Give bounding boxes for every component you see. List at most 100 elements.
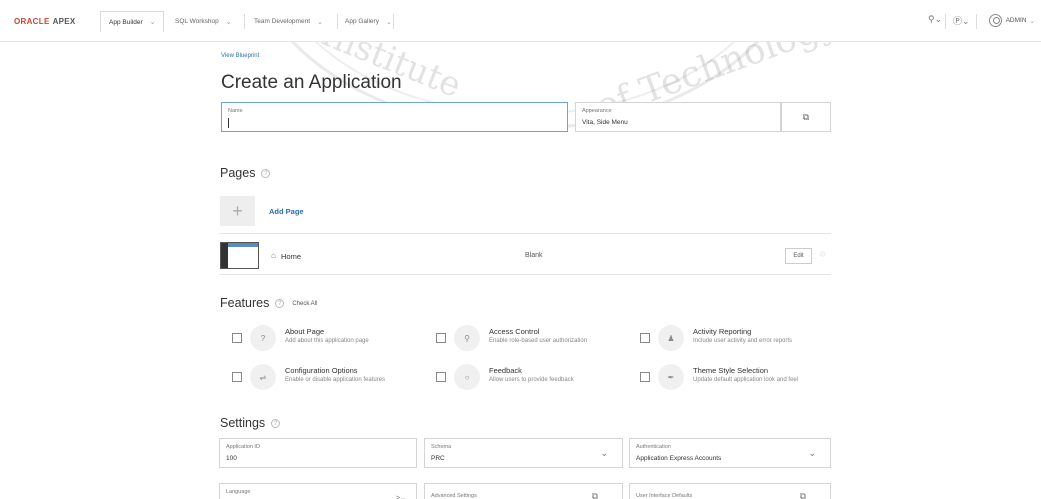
home-icon: ⌂: [271, 251, 276, 260]
chevron-down-icon: ⌄: [808, 448, 816, 458]
thumbnail-sidebar: [221, 243, 228, 268]
authentication-select[interactable]: Authentication Application Express Accou…: [629, 438, 831, 468]
delete-icon[interactable]: ♲: [819, 250, 826, 259]
help-icon[interactable]: ?: [271, 419, 281, 429]
feature-description: Allow users to provide feedback: [489, 377, 574, 383]
key-icon: ⚲: [454, 325, 480, 351]
chevron-down-icon: ⌄: [600, 448, 608, 458]
field-label: Language: [226, 489, 251, 495]
user-menu[interactable]: ADMIN ⌄: [988, 14, 1035, 27]
top-navbar: ORACLE APEX App Builder ⌄ SQL Workshop ⌄ Te…: [0, 0, 1041, 42]
feature-checkbox[interactable]: [640, 372, 650, 382]
field-label: Application ID: [226, 444, 260, 450]
settings-section-title: Settings?: [220, 416, 281, 430]
page-thumbnail: [220, 242, 259, 269]
chevron-down-icon[interactable]: ⌄: [150, 18, 156, 26]
add-page-icon[interactable]: +: [220, 196, 255, 226]
chevron-right-icon: >⌄: [396, 495, 406, 499]
field-label: User Interface Defaults: [636, 493, 693, 499]
tab-team-development[interactable]: Team Development ⌄: [246, 11, 331, 32]
view-blueprint-link[interactable]: View Blueprint: [221, 53, 259, 59]
field-label: Schema: [431, 444, 452, 450]
tab-label: App Builder: [109, 18, 143, 26]
help-icon[interactable]: ?: [261, 169, 271, 179]
tab-sql-workshop[interactable]: SQL Workshop ⌄: [167, 11, 240, 32]
user-key-icon[interactable]: ⚲⌄: [928, 14, 942, 25]
nav-divider: [244, 14, 245, 29]
popup-icon: ⧉: [802, 111, 810, 122]
field-label: Advanced Settings: [431, 493, 477, 499]
avatar-icon: [988, 14, 1002, 27]
advanced-settings-field[interactable]: Advanced Settings ⧉: [424, 483, 623, 499]
application-id-field[interactable]: Application ID 100: [219, 438, 417, 468]
page-title: Create an Application: [221, 72, 402, 93]
feature-checkbox[interactable]: [436, 333, 446, 343]
feature-checkbox[interactable]: [232, 372, 242, 382]
page-type: Blank: [525, 252, 543, 259]
thumbnail-header: [228, 243, 258, 247]
feature-description: Update default application look and feel: [693, 377, 799, 383]
edit-page-button[interactable]: Edit: [785, 248, 812, 264]
features-section-title: Features? Check All: [220, 296, 317, 310]
question-icon: ?: [250, 325, 276, 351]
feature-title: Activity Reporting: [693, 327, 752, 336]
field-value: Vita, Side Menu: [582, 119, 628, 126]
field-value: Application Express Accounts: [636, 455, 722, 462]
page-name: Home: [281, 252, 302, 261]
feature-configuration-options[interactable]: ⇌ Configuration Options Enable or disabl…: [232, 364, 432, 392]
name-field[interactable]: Name: [221, 102, 568, 132]
feature-checkbox[interactable]: [640, 333, 650, 343]
field-label: Authentication: [636, 444, 671, 450]
chevron-down-icon: ⌄: [1029, 17, 1035, 25]
page-row: ⌂ Home Blank Edit ♲: [219, 233, 831, 275]
appearance-field[interactable]: Appearance Vita, Side Menu: [575, 102, 781, 132]
help-icon[interactable]: ?: [275, 299, 285, 309]
feature-description: Enable or disable application features: [285, 377, 386, 383]
tab-app-builder[interactable]: App Builder ⌄: [100, 11, 165, 32]
tab-label: SQL Workshop: [175, 18, 219, 25]
brush-icon: ✒: [658, 364, 684, 390]
feature-description: Include user activity and error reports: [693, 338, 793, 344]
field-value: PRC: [431, 455, 445, 462]
popup-icon: ⧉: [799, 491, 806, 499]
pages-section-title: Pages?: [220, 166, 271, 180]
chevron-down-icon[interactable]: ⌄: [386, 18, 392, 26]
feature-title: Feedback: [489, 366, 522, 375]
feature-feedback[interactable]: ○ Feedback Allow users to provide feedba…: [436, 364, 636, 392]
feature-theme-style-selection[interactable]: ✒ Theme Style Selection Update default a…: [640, 364, 840, 392]
text-cursor: [228, 118, 229, 128]
tab-app-gallery[interactable]: App Gallery ⌄: [337, 11, 400, 32]
feature-title: Theme Style Selection: [693, 366, 769, 375]
section-label: Settings: [220, 416, 266, 430]
user-activity-icon: ♟: [658, 325, 684, 351]
feature-description: Add about this application page: [285, 338, 369, 344]
feature-activity-reporting[interactable]: ♟ Activity Reporting Include user activi…: [640, 325, 840, 353]
feature-title: Configuration Options: [285, 366, 358, 375]
apex-wordmark: APEX: [52, 17, 76, 26]
check-all-link[interactable]: Check All: [292, 301, 317, 307]
feature-description: Enable role-based user authorization: [489, 338, 588, 344]
tab-label: Team Development: [254, 18, 310, 25]
field-label: Appearance: [582, 108, 612, 114]
tab-label: App Gallery: [345, 18, 379, 25]
section-label: Pages: [220, 166, 256, 180]
feature-checkbox[interactable]: [436, 372, 446, 382]
feature-checkbox[interactable]: [232, 333, 242, 343]
field-label: Name: [228, 108, 243, 114]
user-interface-defaults-field[interactable]: User Interface Defaults ⧉: [629, 483, 831, 499]
nav-divider: [945, 14, 946, 29]
appearance-picker-button[interactable]: ⧉: [781, 102, 831, 132]
add-page-link[interactable]: Add Page: [269, 207, 304, 216]
nav-divider: [976, 14, 977, 29]
oracle-logo[interactable]: ORACLE APEX: [14, 17, 76, 26]
schema-select[interactable]: Schema PRC ⌄: [424, 438, 623, 468]
feature-about-page[interactable]: ? About Page Add about this application …: [232, 325, 432, 353]
language-field[interactable]: Language >⌄: [219, 483, 417, 499]
chevron-down-icon[interactable]: ⌄: [317, 18, 323, 26]
field-value: 100: [226, 455, 237, 462]
feature-title: Access Control: [489, 327, 540, 336]
help-icon[interactable]: Ⓟ⌄: [953, 14, 970, 27]
chevron-down-icon[interactable]: ⌄: [226, 18, 232, 26]
popup-icon: ⧉: [591, 491, 598, 499]
feature-access-control[interactable]: ⚲ Access Control Enable role-based user …: [436, 325, 636, 353]
